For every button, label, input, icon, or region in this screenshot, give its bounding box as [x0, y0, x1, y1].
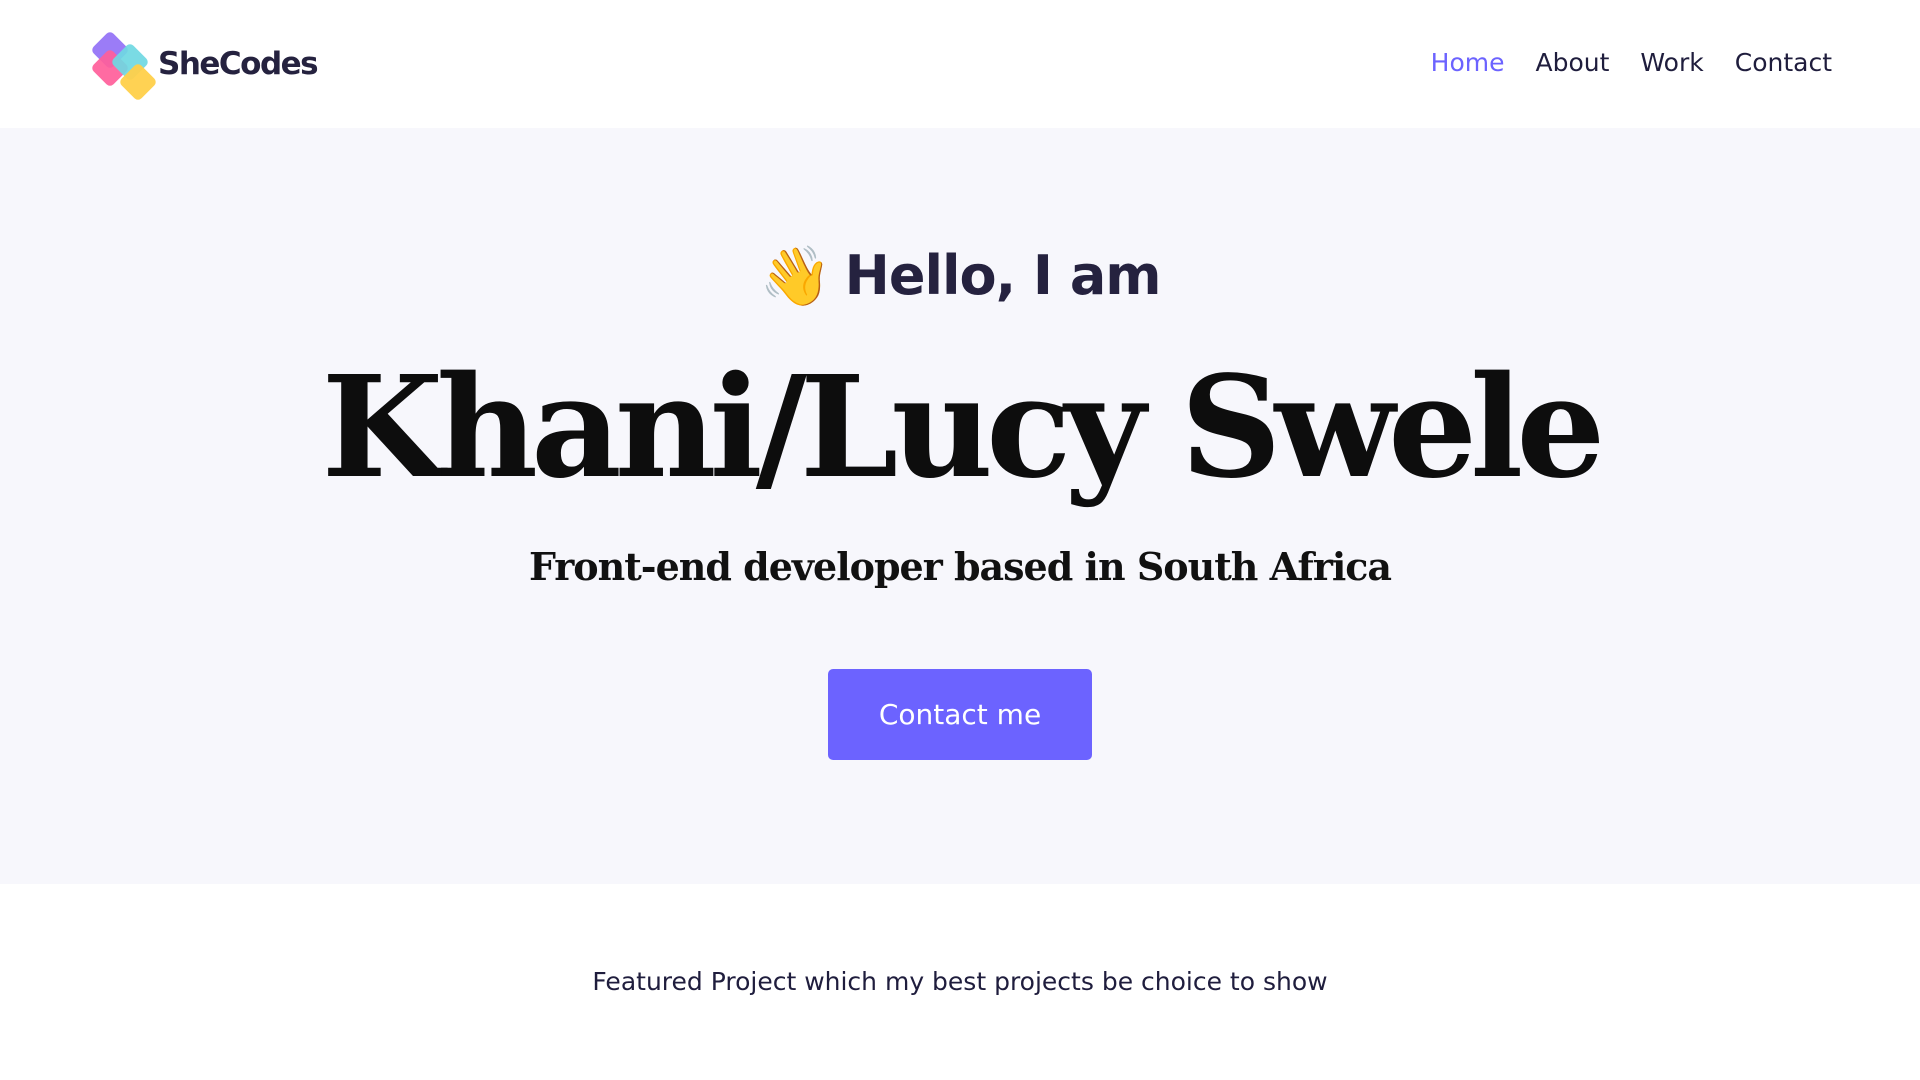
main-nav: Home About Work Contact — [1431, 40, 1832, 86]
site-header: SheCodes Home About Work Contact — [0, 0, 1920, 128]
featured-project-text: Featured Project which my best projects … — [592, 967, 1328, 996]
hero-greeting: 👋 Hello, I am — [0, 238, 1920, 314]
hero-name: Khani/Lucy Swele — [321, 346, 1606, 510]
waving-hand-icon: 👋 — [759, 242, 831, 310]
hero-section: 👋 Hello, I am Khani/Lucy Swele Front-end … — [0, 128, 1920, 884]
contact-me-button[interactable]: Contact me — [828, 669, 1092, 760]
nav-item-contact[interactable]: Contact — [1735, 40, 1832, 86]
logo-text: SheCodes — [158, 46, 319, 82]
nav-item-about[interactable]: About — [1536, 40, 1610, 86]
logo-link[interactable]: SheCodes — [90, 28, 319, 102]
hero-tagline: Front-end developer based in South Afric… — [528, 544, 1392, 589]
shecodes-logo-icon — [90, 28, 166, 102]
nav-item-home[interactable]: Home — [1431, 40, 1505, 86]
nav-item-work[interactable]: Work — [1640, 40, 1703, 86]
greeting-text: Hello, I am — [844, 244, 1162, 307]
